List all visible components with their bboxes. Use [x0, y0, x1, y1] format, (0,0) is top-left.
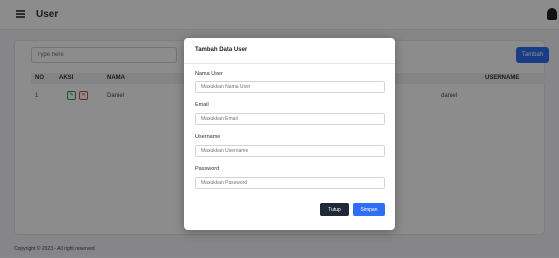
modal-title: Tambah Data User [195, 47, 248, 53]
email-input[interactable] [195, 113, 385, 125]
password-input[interactable] [195, 177, 385, 189]
nama-user-input[interactable] [195, 81, 385, 93]
close-button[interactable]: Tutup [320, 203, 349, 216]
add-user-modal: Tambah Data User Nama User Email Usernam… [184, 38, 395, 230]
nama-user-label: Nama User [195, 71, 223, 77]
username-input[interactable] [195, 145, 385, 157]
save-button[interactable]: Simpan [353, 203, 385, 216]
email-label: Email [195, 102, 209, 108]
username-label: Username [195, 134, 221, 140]
modal-divider [184, 63, 395, 64]
password-label: Password [195, 166, 220, 172]
